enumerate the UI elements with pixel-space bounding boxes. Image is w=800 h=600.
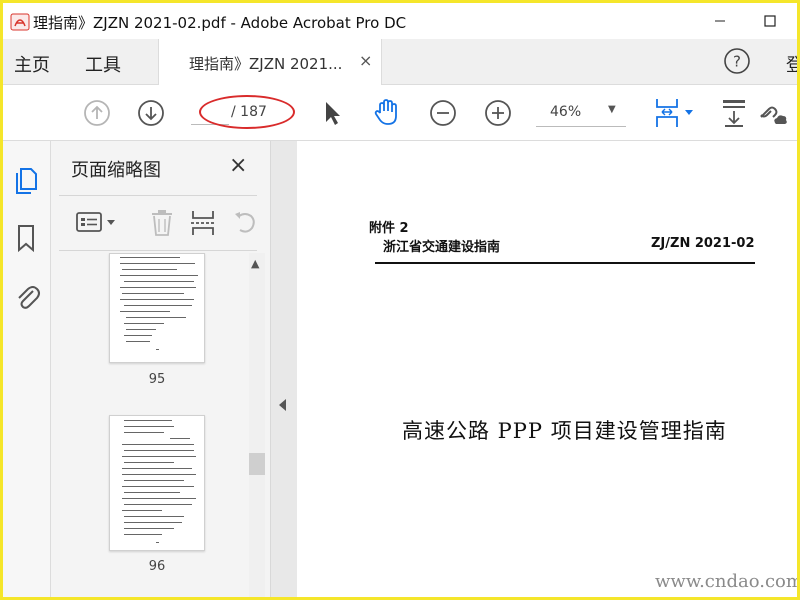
thumbnail-options-icon[interactable] xyxy=(75,210,119,236)
thumbnail-text-line xyxy=(124,323,164,324)
thumbnail-text-line xyxy=(124,305,192,306)
doc-header-right: ZJ/ZN 2021-02 xyxy=(651,236,755,251)
thumbnail-text-line xyxy=(126,317,186,318)
minimize-icon xyxy=(715,20,725,22)
delete-icon[interactable] xyxy=(149,208,175,238)
zoom-dropdown[interactable]: 46% ▼ xyxy=(536,99,626,127)
document-view[interactable]: 附件 2 浙江省交通建设指南 ZJ/ZN 2021-02 高速公路 PPP 项目… xyxy=(297,141,797,597)
doc-title: 高速公路 PPP 项目建设管理指南 xyxy=(402,419,727,443)
main-toolbar: / 187 46% ▼ xyxy=(3,85,797,141)
thumbnail-text-line xyxy=(156,349,159,350)
previous-page-icon[interactable] xyxy=(83,99,111,127)
scrollbar-thumb[interactable] xyxy=(249,453,265,475)
thumbnail-text-line xyxy=(120,263,195,264)
thumbnail-text-line xyxy=(122,486,194,487)
rotate-icon[interactable] xyxy=(231,208,259,238)
thumbnail-text-line xyxy=(124,462,174,463)
thumbnail-text-line xyxy=(124,492,180,493)
hand-tool-icon[interactable] xyxy=(371,96,403,128)
watermark: www.cndao.com xyxy=(655,571,797,592)
select-cursor-icon[interactable] xyxy=(321,99,343,127)
document-tab-close-button[interactable]: × xyxy=(359,51,372,70)
window-title: 理指南》ZJZN 2021-02.pdf - Adobe Acrobat Pro… xyxy=(33,14,407,32)
chevron-down-icon: ▼ xyxy=(608,104,616,115)
bookmark-icon[interactable] xyxy=(15,223,37,253)
document-tab[interactable]: 理指南》ZJZN 2021... × xyxy=(158,39,382,85)
thumbnail-text-line xyxy=(124,534,162,535)
title-bar: 理指南》ZJZN 2021-02.pdf - Adobe Acrobat Pro… xyxy=(3,3,797,39)
thumbnail-text-line xyxy=(124,335,152,336)
thumbnail-label: 96 xyxy=(148,559,166,574)
thumbnail-text-line xyxy=(124,432,164,433)
zoom-out-icon[interactable] xyxy=(429,99,457,127)
thumbnail-list: 95 96 ▲ xyxy=(59,253,267,597)
page-thumbnails-icon[interactable] xyxy=(13,165,41,195)
thumbnail-text-line xyxy=(156,542,159,543)
thumbnail-text-line xyxy=(122,456,196,457)
thumbnail-text-line xyxy=(124,528,174,529)
thumbnail-text-line xyxy=(120,287,196,288)
thumbnail-text-line xyxy=(124,420,172,421)
read-mode-icon[interactable] xyxy=(719,97,749,129)
thumbnails-panel: 页面缩略图 × 95 96 ▲ xyxy=(51,141,271,597)
login-button-partial[interactable]: 登 xyxy=(786,51,797,77)
panel-toolbar xyxy=(59,195,257,251)
thumbnail-text-line xyxy=(120,299,194,300)
thumbnail-scrollbar[interactable]: ▲ xyxy=(249,253,265,597)
doc-attachment-label: 附件 2 xyxy=(369,221,409,236)
left-navigation-rail xyxy=(3,141,51,597)
acrobat-window: 理指南》ZJZN 2021-02.pdf - Adobe Acrobat Pro… xyxy=(3,3,797,597)
menu-tab-row: 主页 工具 理指南》ZJZN 2021... × ? 登 xyxy=(3,39,797,85)
thumbnail-text-line xyxy=(124,480,184,481)
attachment-icon[interactable] xyxy=(13,281,41,311)
menu-home[interactable]: 主页 xyxy=(14,51,50,77)
zoom-value: 46% xyxy=(550,104,582,120)
thumbnail-text-line xyxy=(122,474,196,475)
help-icon[interactable]: ? xyxy=(723,47,751,75)
thumbnail-text-line xyxy=(124,281,194,282)
insert-page-icon[interactable] xyxy=(189,208,217,238)
panel-title: 页面缩略图 xyxy=(71,160,161,181)
collapse-arrow-icon[interactable] xyxy=(279,399,286,411)
doc-header-left: 浙江省交通建设指南 xyxy=(383,240,501,255)
thumbnail-text-line xyxy=(120,275,198,276)
thumbnail-text-line xyxy=(124,504,192,505)
thumbnail-text-line xyxy=(122,510,162,511)
thumbnail-text-line xyxy=(122,269,177,270)
thumbnail-text-line xyxy=(124,516,184,517)
thumbnail-text-line xyxy=(124,426,174,427)
panel-close-button[interactable]: × xyxy=(229,153,247,178)
zoom-in-icon[interactable] xyxy=(484,99,512,127)
thumbnail-text-line xyxy=(124,450,194,451)
scroll-up-icon[interactable]: ▲ xyxy=(251,257,259,270)
maximize-icon xyxy=(764,15,776,27)
panel-collapse-strip[interactable] xyxy=(271,141,297,597)
thumbnail-label: 95 xyxy=(148,372,166,387)
share-link-icon[interactable] xyxy=(755,97,789,129)
svg-text:?: ? xyxy=(733,53,741,71)
thumbnail-text-line xyxy=(122,293,184,294)
minimize-button[interactable] xyxy=(697,3,743,39)
thumbnail-text-line xyxy=(126,329,156,330)
doc-header-rule xyxy=(375,262,755,264)
acrobat-app-icon xyxy=(10,13,30,31)
thumbnail-text-line xyxy=(126,341,150,342)
thumbnail-text-line xyxy=(120,311,170,312)
thumbnail-text-line xyxy=(124,522,182,523)
menu-tools[interactable]: 工具 xyxy=(85,51,121,77)
maximize-button[interactable] xyxy=(747,3,793,39)
thumbnail-page-95[interactable] xyxy=(109,253,205,363)
page-layout-icon[interactable] xyxy=(653,95,699,131)
thumbnail-text-line xyxy=(170,438,190,439)
thumbnail-text-line xyxy=(122,444,194,445)
document-tab-label: 理指南》ZJZN 2021... xyxy=(189,55,343,73)
next-page-icon[interactable] xyxy=(137,99,165,127)
thumbnail-text-line xyxy=(122,498,196,499)
annotation-highlight-ellipse xyxy=(199,95,295,129)
thumbnail-page-96[interactable] xyxy=(109,415,205,551)
thumbnail-text-line xyxy=(120,257,180,258)
thumbnail-text-line xyxy=(122,468,192,469)
